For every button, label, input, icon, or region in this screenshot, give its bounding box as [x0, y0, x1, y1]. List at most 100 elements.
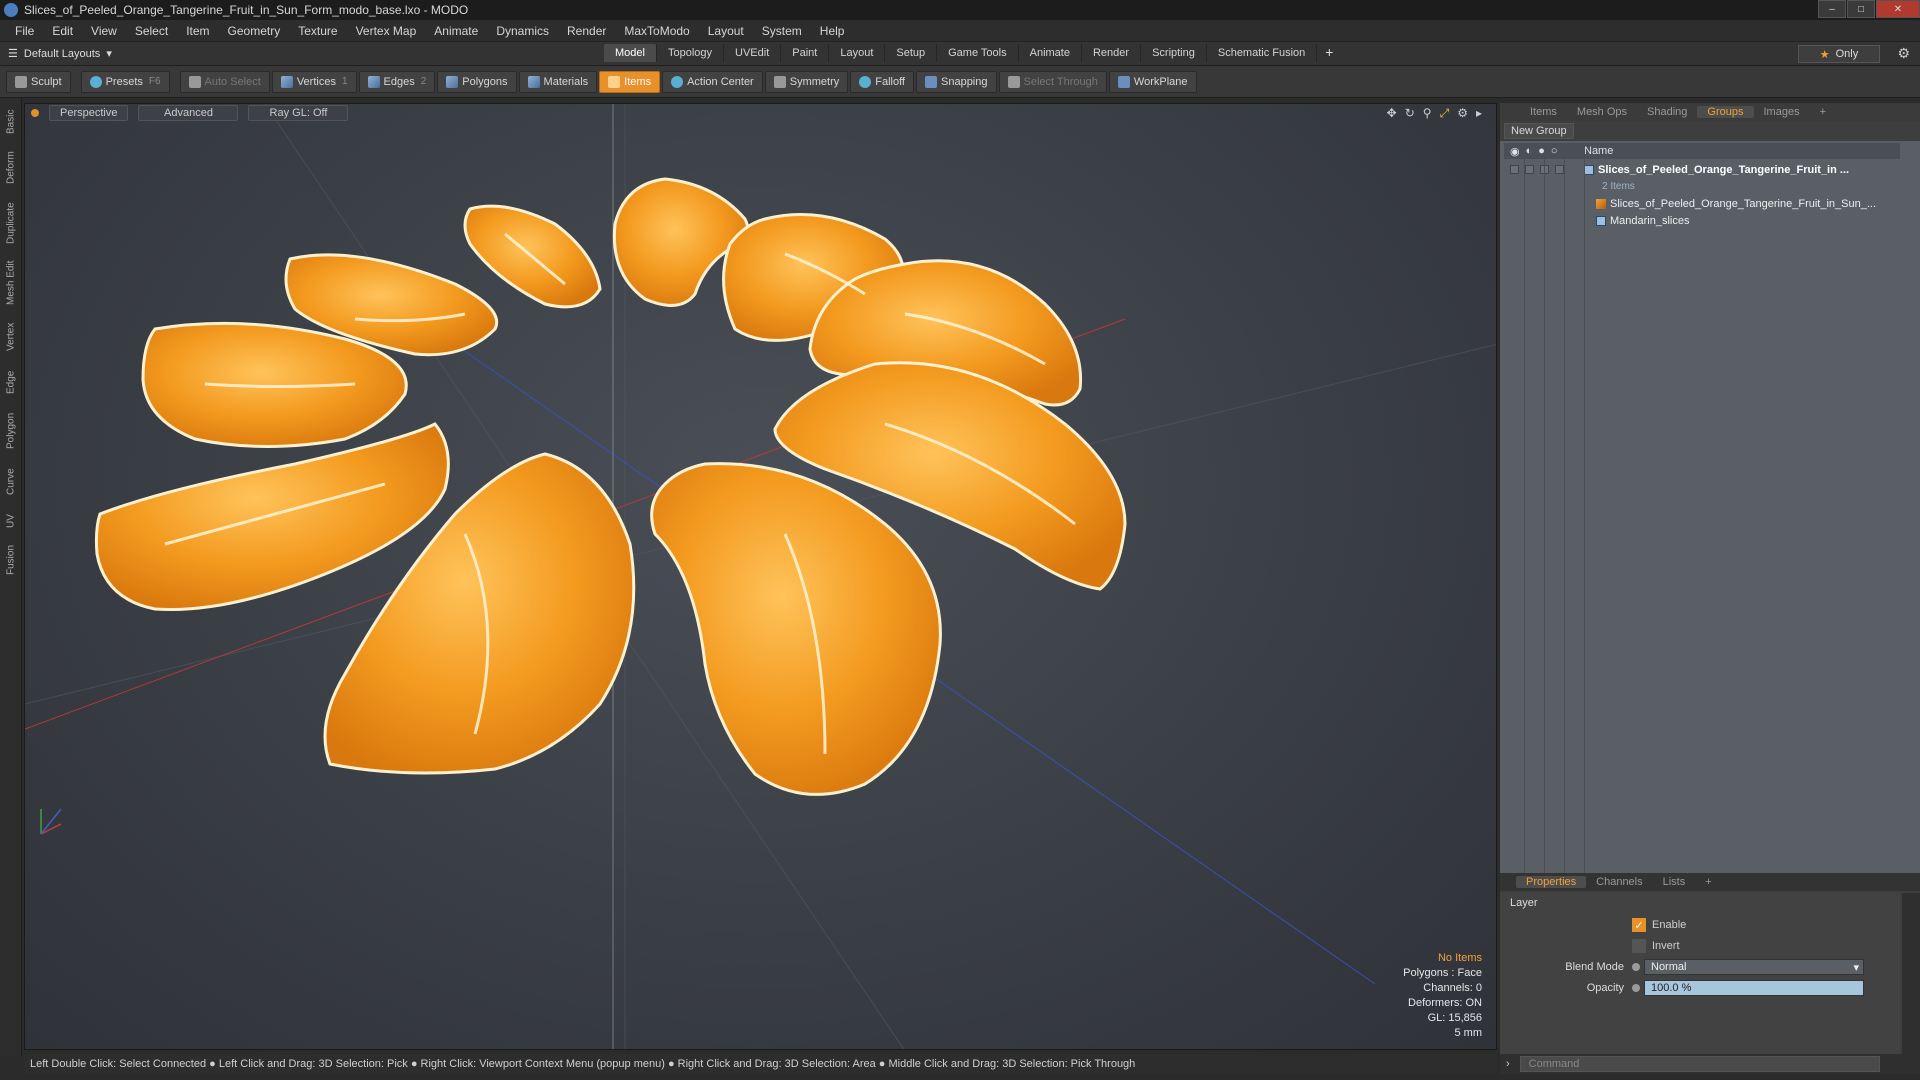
select-icon[interactable]: ○: [1551, 145, 1558, 158]
vtab-curve[interactable]: Curve: [3, 462, 19, 502]
menu-animate[interactable]: Animate: [425, 24, 487, 38]
menu-dynamics[interactable]: Dynamics: [487, 24, 558, 38]
add-tab-icon[interactable]: +: [1317, 44, 1341, 62]
menu-edit[interactable]: Edit: [43, 24, 82, 38]
layout-dropdown[interactable]: ☰ Default Layouts ▾: [8, 47, 112, 61]
presets-button[interactable]: Presets F6: [80, 70, 170, 93]
action-center-button[interactable]: Action Center: [662, 70, 763, 93]
vtab-mesh-edit[interactable]: Mesh Edit: [3, 256, 19, 310]
tab-game-tools[interactable]: Game Tools: [937, 44, 1019, 62]
rotate-icon[interactable]: ↻: [1405, 106, 1415, 121]
opacity-field[interactable]: 100.0 %: [1644, 980, 1864, 996]
viewport-menu-dot[interactable]: [31, 109, 39, 117]
symmetry-button[interactable]: Symmetry: [764, 70, 849, 93]
enable-checkbox[interactable]: ✓: [1632, 918, 1646, 932]
menu-geometry[interactable]: Geometry: [219, 24, 290, 38]
add-properties-tab-icon[interactable]: +: [1695, 876, 1721, 888]
fit-icon[interactable]: ⤢: [1440, 106, 1450, 121]
only-button[interactable]: ★ Only: [1798, 45, 1880, 63]
gear-icon[interactable]: ⚙: [1897, 45, 1910, 62]
raygl-toggle[interactable]: Ray GL: Off: [248, 105, 349, 121]
tab-model[interactable]: Model: [604, 44, 657, 62]
menu-texture[interactable]: Texture: [289, 24, 346, 38]
new-group-button[interactable]: New Group: [1504, 123, 1574, 139]
pan-icon[interactable]: ✥: [1387, 106, 1397, 121]
blend-mode-select[interactable]: Normal ▾: [1644, 959, 1864, 975]
command-input[interactable]: Command: [1519, 1056, 1880, 1072]
modo-app-icon: [4, 3, 18, 17]
vtab-polygon[interactable]: Polygon: [3, 406, 19, 456]
menu-render[interactable]: Render: [558, 24, 615, 38]
items-label: Items: [624, 75, 652, 88]
view-mode-perspective[interactable]: Perspective: [49, 105, 129, 121]
symmetry-label: Symmetry: [789, 75, 840, 88]
vtab-deform[interactable]: Deform: [3, 146, 19, 190]
minimize-button[interactable]: –: [1818, 0, 1846, 18]
tab-layout[interactable]: Layout: [829, 44, 886, 62]
blend-mode-anim-icon[interactable]: [1632, 963, 1640, 971]
vtab-fusion[interactable]: Fusion: [3, 540, 19, 580]
tab-images[interactable]: Images: [1754, 106, 1810, 118]
3d-viewport[interactable]: Perspective Advanced Ray GL: Off ✥ ↻ ⚲ ⤢…: [24, 103, 1497, 1050]
sculpt-button[interactable]: Sculpt: [6, 70, 71, 93]
menu-item[interactable]: Item: [177, 24, 218, 38]
tab-uvedit[interactable]: UVEdit: [724, 44, 782, 62]
vtab-vertex[interactable]: Vertex: [3, 316, 19, 358]
group-item-count: 2 Items: [1602, 181, 1635, 192]
menu-vertex-map[interactable]: Vertex Map: [347, 24, 426, 38]
vtab-basic[interactable]: Basic: [3, 104, 19, 140]
materials-icon: [527, 75, 540, 88]
tab-scripting[interactable]: Scripting: [1141, 44, 1207, 62]
enable-row: ✓ Enable: [1500, 916, 1900, 934]
tab-schematic-fusion[interactable]: Schematic Fusion: [1207, 44, 1318, 62]
menu-layout[interactable]: Layout: [699, 24, 753, 38]
shading-mode-advanced[interactable]: Advanced: [138, 105, 239, 121]
invert-checkbox[interactable]: [1632, 939, 1646, 953]
materials-button[interactable]: Materials: [518, 70, 598, 93]
vtab-uv[interactable]: UV: [3, 508, 19, 534]
vtab-edge[interactable]: Edge: [3, 364, 19, 400]
symmetry-icon: [773, 75, 786, 88]
tab-lists[interactable]: Lists: [1653, 876, 1696, 888]
name-column-header[interactable]: Name: [1584, 145, 1613, 157]
polygons-button[interactable]: Polygons: [437, 70, 517, 93]
viewport-info: No Items Polygons : Face Channels: 0 Def…: [1403, 951, 1482, 1041]
menu-file[interactable]: File: [6, 24, 43, 38]
tab-setup[interactable]: Setup: [885, 44, 938, 62]
tab-paint[interactable]: Paint: [781, 44, 830, 62]
tab-topology[interactable]: Topology: [657, 44, 725, 62]
auto-select-button[interactable]: Auto Select: [179, 70, 270, 93]
edges-button[interactable]: Edges 2: [358, 70, 436, 93]
tab-channels[interactable]: Channels: [1586, 876, 1652, 888]
tab-shading[interactable]: Shading: [1637, 106, 1697, 118]
menu-view[interactable]: View: [82, 24, 126, 38]
items-button[interactable]: Items: [599, 70, 661, 93]
tab-animate[interactable]: Animate: [1019, 44, 1082, 62]
opacity-anim-icon[interactable]: [1632, 984, 1640, 992]
maximize-button[interactable]: □: [1847, 0, 1875, 18]
close-button[interactable]: ✕: [1876, 0, 1920, 18]
tab-items[interactable]: Items: [1520, 106, 1567, 118]
menu-maxtomodo[interactable]: MaxToModo: [615, 24, 698, 38]
render-icon[interactable]: ◐: [1526, 145, 1533, 158]
window-controls: – □ ✕: [1817, 0, 1920, 18]
menu-help[interactable]: Help: [811, 24, 854, 38]
eye-icon[interactable]: ◉: [1510, 145, 1520, 158]
tab-properties[interactable]: Properties: [1516, 876, 1587, 888]
menu-system[interactable]: System: [753, 24, 811, 38]
zoom-icon[interactable]: ⚲: [1423, 106, 1432, 121]
menu-select[interactable]: Select: [126, 24, 177, 38]
falloff-button[interactable]: Falloff: [850, 70, 914, 93]
expand-arrow-icon[interactable]: ▸: [1476, 106, 1482, 121]
vtab-duplicate[interactable]: Duplicate: [3, 196, 19, 250]
tab-groups[interactable]: Groups: [1697, 106, 1754, 118]
vertices-button[interactable]: Vertices 1: [271, 70, 357, 93]
viewport-settings-icon[interactable]: ⚙: [1457, 106, 1468, 121]
select-through-button[interactable]: Select Through: [998, 70, 1107, 93]
tab-mesh-ops[interactable]: Mesh Ops: [1567, 106, 1637, 118]
chevron-down-icon: ▾: [106, 48, 112, 60]
snapping-button[interactable]: Snapping: [916, 70, 997, 93]
workplane-button[interactable]: WorkPlane: [1108, 70, 1197, 93]
add-panel-tab-icon[interactable]: +: [1810, 106, 1836, 118]
tab-render[interactable]: Render: [1082, 44, 1142, 62]
